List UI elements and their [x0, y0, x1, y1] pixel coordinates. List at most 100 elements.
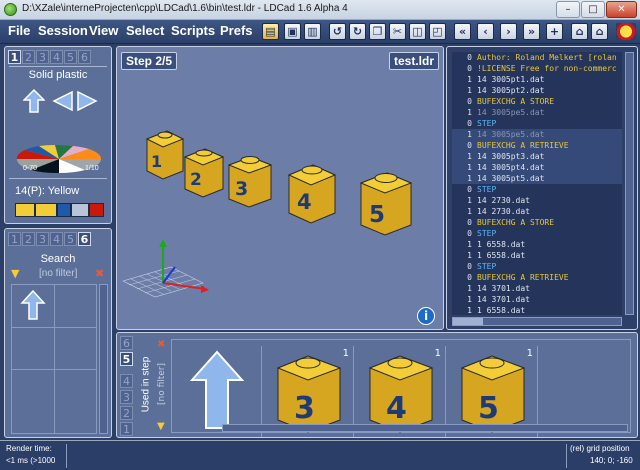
brick-2[interactable]: 2 — [183, 148, 225, 198]
paste-icon[interactable]: ◫ — [409, 23, 426, 40]
copy-icon[interactable]: ❐ — [369, 23, 386, 40]
source-line[interactable]: 0 BUFEXCHG A RETRIEVE — [452, 140, 622, 151]
source-line[interactable]: 0 Author: Roland Melkert [rolan — [452, 52, 622, 63]
source-line[interactable]: 1 14 2730.dat — [452, 195, 622, 206]
color-tab-6[interactable]: 6 — [78, 50, 91, 64]
color-swatch[interactable] — [15, 203, 35, 217]
filter-icon[interactable]: ▼ — [11, 267, 19, 280]
line-type: 0 — [467, 218, 472, 227]
source-line[interactable]: 0 BUFEXCHG A STORE — [452, 217, 622, 228]
lego-logo-icon[interactable] — [616, 23, 636, 40]
home-alt-icon[interactable]: ⌂ — [591, 23, 608, 40]
home-icon[interactable]: ⌂ — [571, 23, 588, 40]
menu-file[interactable]: File — [8, 23, 30, 38]
up-arrow-icon[interactable] — [23, 88, 45, 114]
parts-tab-4[interactable]: 4 — [50, 232, 63, 246]
save-all-icon[interactable]: ▥ — [304, 23, 321, 40]
color-tab-4[interactable]: 4 — [50, 50, 63, 64]
parts-filter-text[interactable]: [no filter] — [39, 268, 77, 279]
source-line[interactable]: 0 BUFEXCHG A STORE — [452, 96, 622, 107]
source-line[interactable]: 0 BUFEXCHG A RETRIEVE — [452, 272, 622, 283]
info-icon[interactable]: i — [417, 307, 435, 325]
bin-tab-3[interactable]: 3 — [120, 390, 133, 404]
filter-icon[interactable]: ▼ — [157, 421, 165, 432]
maximize-button[interactable]: □ — [581, 1, 605, 18]
source-line[interactable]: 1 1 6558.dat — [452, 239, 622, 250]
open-file-icon[interactable]: ▤ — [262, 23, 279, 40]
source-line[interactable]: 1 14 3005pt2.dat — [452, 85, 622, 96]
source-line[interactable]: 1 14 3005pe5.dat — [452, 107, 622, 118]
redo-icon[interactable]: ↻ — [349, 23, 366, 40]
bin-filter[interactable]: ✖ [no filter] ▼ — [155, 339, 169, 433]
step-last-icon[interactable]: » — [523, 23, 540, 40]
paste-special-icon[interactable]: ◰ — [429, 23, 446, 40]
parts-tab-3[interactable]: 3 — [36, 232, 49, 246]
step-first-icon[interactable]: « — [454, 23, 471, 40]
menu-select[interactable]: Select — [126, 23, 164, 38]
source-line[interactable]: 1 14 3005pt1.dat — [452, 74, 622, 85]
step-bin-panel: 6 5 4 3 2 1 Used in step ✖ [no filter] ▼… — [116, 332, 638, 438]
grid-position-value: 140; 0; -160 — [590, 456, 633, 465]
source-line[interactable]: 1 14 3005pt3.dat — [452, 151, 622, 162]
parts-scrollbar[interactable] — [99, 284, 108, 434]
brick-5[interactable]: 5 — [359, 172, 413, 236]
arrow-right-icon[interactable] — [76, 90, 98, 112]
source-line[interactable]: 1 14 3005pt5.dat — [452, 173, 622, 184]
step-next-icon[interactable]: › — [500, 23, 517, 40]
color-swatch[interactable] — [71, 203, 89, 217]
source-vertical-scrollbar[interactable] — [625, 52, 634, 315]
up-arrow-icon[interactable] — [190, 350, 244, 430]
color-tab-1[interactable]: 1 — [8, 50, 21, 64]
brick-4[interactable]: 4 — [287, 164, 337, 224]
step-add-icon[interactable]: + — [546, 23, 563, 40]
up-arrow-icon[interactable] — [20, 289, 46, 321]
source-line[interactable]: 1 14 3005pe5.dat — [452, 129, 622, 140]
close-button[interactable]: ✕ — [606, 1, 637, 18]
parts-tab-6[interactable]: 6 — [78, 232, 91, 246]
parts-tab-5[interactable]: 5 — [64, 232, 77, 246]
bin-tab-5[interactable]: 5 — [120, 352, 133, 366]
menu-session[interactable]: Session — [38, 23, 88, 38]
color-tab-3[interactable]: 3 — [36, 50, 49, 64]
step-prev-icon[interactable]: ‹ — [477, 23, 494, 40]
menu-scripts[interactable]: Scripts — [171, 23, 215, 38]
bin-tab-4[interactable]: 4 — [120, 374, 133, 388]
parts-tab-2[interactable]: 2 — [22, 232, 35, 246]
menu-prefs[interactable]: Prefs — [220, 23, 253, 38]
source-line[interactable]: 1 14 2730.dat — [452, 206, 622, 217]
brick-3[interactable]: 3 — [227, 156, 273, 208]
color-swatch[interactable] — [35, 203, 57, 217]
brick-1[interactable]: 1 — [145, 130, 185, 180]
menu-view[interactable]: View — [89, 23, 118, 38]
bin-scrollbar[interactable] — [222, 424, 628, 432]
bin-tab-2[interactable]: 2 — [120, 406, 133, 420]
color-swatch[interactable] — [57, 203, 71, 217]
source-line[interactable]: 1 1 6558.dat — [452, 250, 622, 261]
undo-icon[interactable]: ↺ — [329, 23, 346, 40]
source-horizontal-scrollbar[interactable] — [452, 317, 622, 326]
source-listing[interactable]: 0 Author: Roland Melkert [rolan 0 !LICENSE … — [452, 52, 622, 315]
source-line[interactable]: 0 STEP — [452, 184, 622, 195]
minimize-button[interactable]: – — [556, 1, 580, 18]
save-icon[interactable]: ▣ — [284, 23, 301, 40]
parts-tab-1[interactable]: 1 — [8, 232, 21, 246]
color-swatch[interactable] — [89, 203, 104, 217]
source-line[interactable]: 0 STEP — [452, 261, 622, 272]
3d-viewport[interactable]: Step 2/5 test.ldr 1 2 3 4 5 i — [116, 46, 444, 330]
bin-tab-1[interactable]: 1 — [120, 422, 133, 436]
source-line[interactable]: 1 1 6558.dat — [452, 305, 622, 315]
source-line[interactable]: 1 14 3701.dat — [452, 283, 622, 294]
arrow-left-icon[interactable] — [52, 90, 74, 112]
line-text: 14 3005pt3.dat — [477, 152, 545, 161]
source-line[interactable]: 0 STEP — [452, 228, 622, 239]
clear-filter-icon[interactable]: ✖ — [95, 267, 104, 280]
color-tab-2[interactable]: 2 — [22, 50, 35, 64]
source-line[interactable]: 0 !LICENSE Free for non-commerc — [452, 63, 622, 74]
cut-icon[interactable]: ✂ — [389, 23, 406, 40]
source-line[interactable]: 1 14 3005pt4.dat — [452, 162, 622, 173]
source-line[interactable]: 0 STEP — [452, 118, 622, 129]
color-tab-5[interactable]: 5 — [64, 50, 77, 64]
bin-tab-6[interactable]: 6 — [120, 336, 133, 350]
line-type: 1 — [467, 130, 472, 139]
source-line[interactable]: 1 14 3701.dat — [452, 294, 622, 305]
